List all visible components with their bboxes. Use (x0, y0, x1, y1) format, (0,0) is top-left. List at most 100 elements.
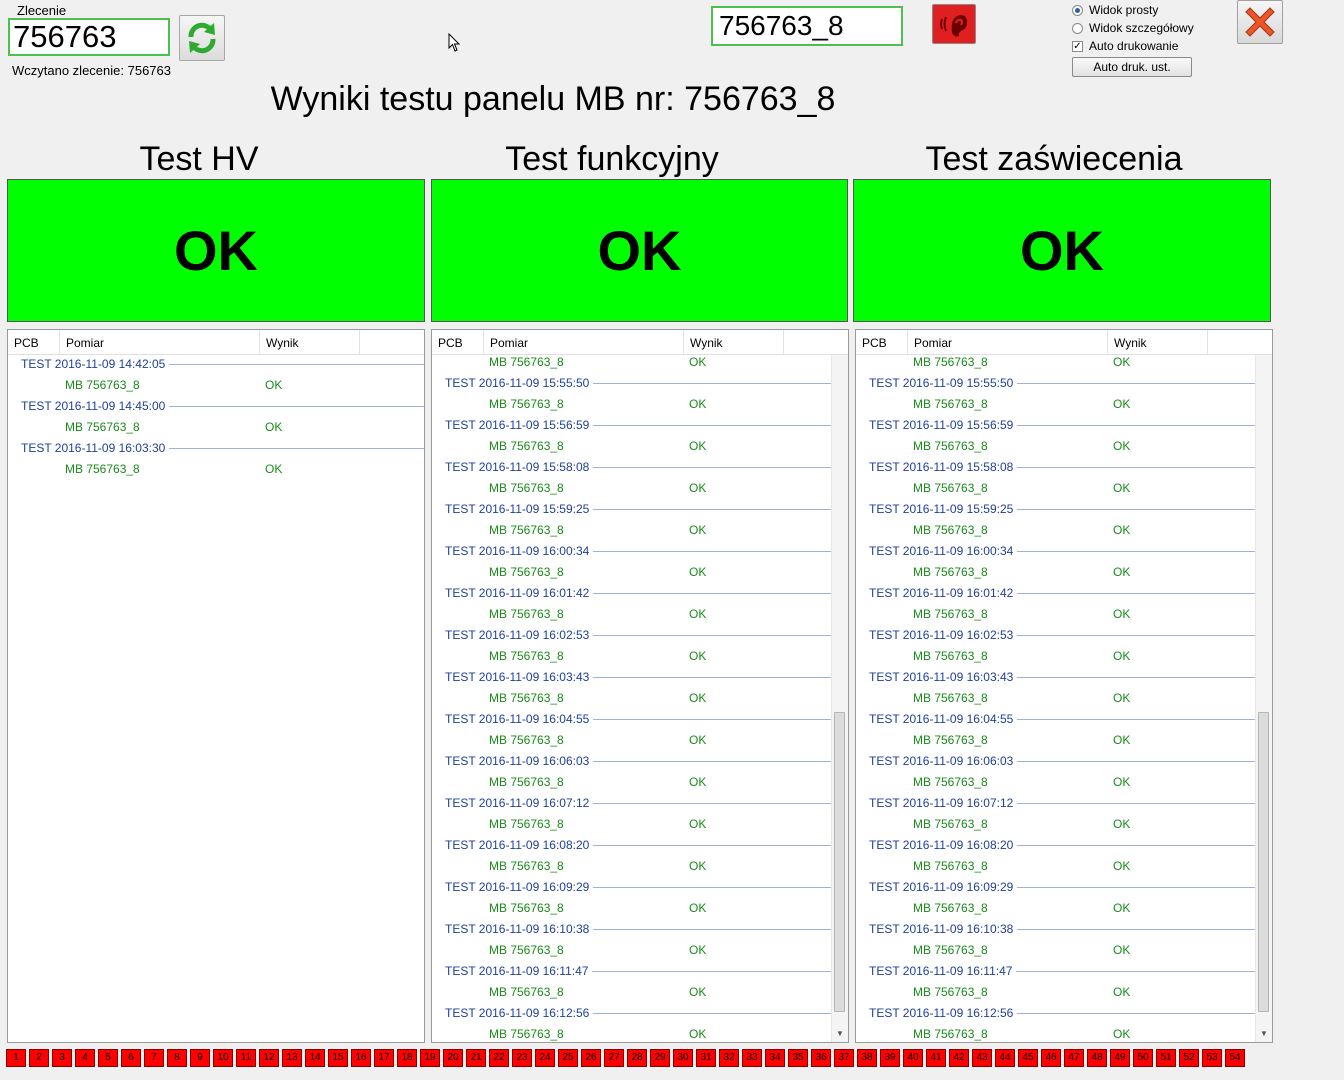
panel-number-box[interactable]: 49 (1110, 1049, 1130, 1067)
panel-number-box[interactable]: 11 (236, 1049, 256, 1067)
panel-number-box[interactable]: 7 (144, 1049, 164, 1067)
functional-results-list[interactable]: PCB Pomiar Wynik MB 756763_8 OK TEST 2016-… (431, 329, 849, 1043)
pcb-item[interactable]: MB 756763_8 (489, 859, 564, 873)
panel-number-box[interactable]: 18 (397, 1049, 417, 1067)
test-group-row[interactable]: TEST 2016-11-09 15:58:08 (445, 460, 834, 474)
result-column-header[interactable]: Wynik (260, 330, 360, 354)
test-group-row[interactable]: TEST 2016-11-09 16:10:38 (445, 922, 834, 936)
panel-number-box[interactable]: 45 (1018, 1049, 1038, 1067)
pcb-item[interactable]: MB 756763_8 (489, 901, 564, 915)
test-group-row[interactable]: TEST 2016-11-09 16:08:20 (445, 838, 834, 852)
test-group-row[interactable]: TEST 2016-11-09 16:04:55 (445, 712, 834, 726)
auto-print-checkbox[interactable]: ✓ Auto drukowanie (1072, 39, 1178, 53)
panel-number-box[interactable]: 52 (1179, 1049, 1199, 1067)
pcb-item[interactable]: MB 756763_8 (489, 775, 564, 789)
test-group-row[interactable]: TEST 2016-11-09 16:04:55 (869, 712, 1258, 726)
detailed-view-radio[interactable]: Widok szczegółowy (1072, 21, 1194, 35)
panel-number-box[interactable]: 39 (880, 1049, 900, 1067)
pcb-item[interactable]: MB 756763_8 (913, 523, 988, 537)
panel-number-box[interactable]: 25 (558, 1049, 578, 1067)
panel-number-box[interactable]: 26 (581, 1049, 601, 1067)
panel-number-box[interactable]: 13 (282, 1049, 302, 1067)
test-group-row[interactable]: TEST 2016-11-09 16:01:42 (869, 586, 1258, 600)
panel-number-box[interactable]: 33 (742, 1049, 762, 1067)
panel-number-box[interactable]: 22 (489, 1049, 509, 1067)
panel-number-box[interactable]: 40 (903, 1049, 923, 1067)
panel-number-input[interactable] (711, 6, 903, 46)
scroll-thumb[interactable] (1258, 712, 1269, 1012)
panel-number-box[interactable]: 42 (949, 1049, 969, 1067)
panel-number-box[interactable]: 47 (1064, 1049, 1084, 1067)
pcb-item[interactable]: MB 756763_8 (913, 733, 988, 747)
pcb-item[interactable]: MB 756763_8 (913, 607, 988, 621)
vertical-scrollbar[interactable]: ▲ ▼ (831, 330, 848, 1042)
pcb-item[interactable]: MB 756763_8 (913, 691, 988, 705)
panel-number-box[interactable]: 53 (1202, 1049, 1222, 1067)
hv-results-list[interactable]: PCB Pomiar Wynik TEST 2016-11-09 14:42:0… (7, 329, 425, 1043)
test-group-row[interactable]: TEST 2016-11-09 16:11:47 (869, 964, 1257, 978)
test-group-row[interactable]: TEST 2016-11-09 16:10:38 (869, 922, 1258, 936)
pcb-column-header[interactable]: PCB (8, 330, 60, 354)
test-group-row[interactable]: TEST 2016-11-09 16:03:43 (445, 670, 834, 684)
test-group-row[interactable]: TEST 2016-11-09 16:09:29 (869, 880, 1258, 894)
close-button[interactable] (1237, 0, 1283, 44)
panel-number-box[interactable]: 6 (121, 1049, 141, 1067)
panel-number-box[interactable]: 15 (328, 1049, 348, 1067)
pcb-item[interactable]: MB 756763_8 (489, 355, 564, 369)
pcb-item[interactable]: MB 756763_8 (489, 397, 564, 411)
panel-number-box[interactable]: 16 (351, 1049, 371, 1067)
test-group-row[interactable]: TEST 2016-11-09 15:58:08 (869, 460, 1258, 474)
test-group-row[interactable]: TEST 2016-11-09 16:07:12 (445, 796, 834, 810)
panel-number-box[interactable]: 41 (926, 1049, 946, 1067)
panel-number-box[interactable]: 5 (98, 1049, 118, 1067)
pcb-item[interactable]: MB 756763_8 (489, 607, 564, 621)
test-group-row[interactable]: TEST 2016-11-09 14:45:00 (21, 399, 424, 413)
panel-number-box[interactable]: 27 (604, 1049, 624, 1067)
pcb-item[interactable]: MB 756763_8 (913, 1027, 988, 1041)
pcb-item[interactable]: MB 756763_8 (489, 565, 564, 579)
auto-print-settings-button[interactable]: Auto druk. ust. (1072, 57, 1192, 77)
scroll-down-icon[interactable]: ▼ (1256, 1026, 1272, 1042)
pcb-column-header[interactable]: PCB (856, 330, 908, 354)
panel-number-box[interactable]: 29 (650, 1049, 670, 1067)
test-group-row[interactable]: TEST 2016-11-09 16:00:34 (445, 544, 834, 558)
test-group-row[interactable]: TEST 2016-11-09 14:42:05 (21, 357, 424, 371)
pcb-item[interactable]: MB 756763_8 (913, 775, 988, 789)
pcb-item[interactable]: MB 756763_8 (913, 355, 988, 369)
panel-number-box[interactable]: 21 (466, 1049, 486, 1067)
pcb-item[interactable]: MB 756763_8 (489, 733, 564, 747)
pcb-column-header[interactable]: PCB (432, 330, 484, 354)
test-group-row[interactable]: TEST 2016-11-09 16:08:20 (869, 838, 1258, 852)
panel-number-box[interactable]: 8 (167, 1049, 187, 1067)
pcb-item[interactable]: MB 756763_8 (913, 985, 988, 999)
pcb-item[interactable]: MB 756763_8 (913, 481, 988, 495)
test-group-row[interactable]: TEST 2016-11-09 16:07:12 (869, 796, 1258, 810)
simple-view-radio[interactable]: Widok prosty (1072, 3, 1158, 17)
result-column-header[interactable]: Wynik (1108, 330, 1208, 354)
pcb-item[interactable]: MB 756763_8 (913, 859, 988, 873)
pcb-item[interactable]: MB 756763_8 (65, 462, 140, 476)
test-group-row[interactable]: TEST 2016-11-09 16:06:03 (445, 754, 834, 768)
panel-number-box[interactable]: 9 (190, 1049, 210, 1067)
order-input[interactable] (8, 18, 170, 56)
panel-number-box[interactable]: 36 (811, 1049, 831, 1067)
pcb-item[interactable]: MB 756763_8 (913, 439, 988, 453)
pcb-item[interactable]: MB 756763_8 (489, 439, 564, 453)
panel-number-box[interactable]: 44 (995, 1049, 1015, 1067)
test-group-row[interactable]: TEST 2016-11-09 16:02:53 (869, 628, 1258, 642)
pcb-item[interactable]: MB 756763_8 (913, 397, 988, 411)
test-group-row[interactable]: TEST 2016-11-09 16:01:42 (445, 586, 834, 600)
panel-number-box[interactable]: 10 (213, 1049, 233, 1067)
pcb-item[interactable]: MB 756763_8 (489, 985, 564, 999)
test-group-row[interactable]: TEST 2016-11-09 15:56:59 (445, 418, 834, 432)
measurement-column-header[interactable]: Pomiar (60, 330, 260, 354)
test-group-row[interactable]: TEST 2016-11-09 16:00:34 (869, 544, 1258, 558)
panel-number-box[interactable]: 50 (1133, 1049, 1153, 1067)
test-group-row[interactable]: TEST 2016-11-09 15:59:25 (445, 502, 834, 516)
panel-number-box[interactable]: 38 (857, 1049, 877, 1067)
scroll-thumb[interactable] (834, 712, 845, 1012)
test-group-row[interactable]: TEST 2016-11-09 15:56:59 (869, 418, 1258, 432)
panel-number-box[interactable]: 30 (673, 1049, 693, 1067)
pcb-item[interactable]: MB 756763_8 (489, 1027, 564, 1041)
pcb-item[interactable]: MB 756763_8 (489, 943, 564, 957)
